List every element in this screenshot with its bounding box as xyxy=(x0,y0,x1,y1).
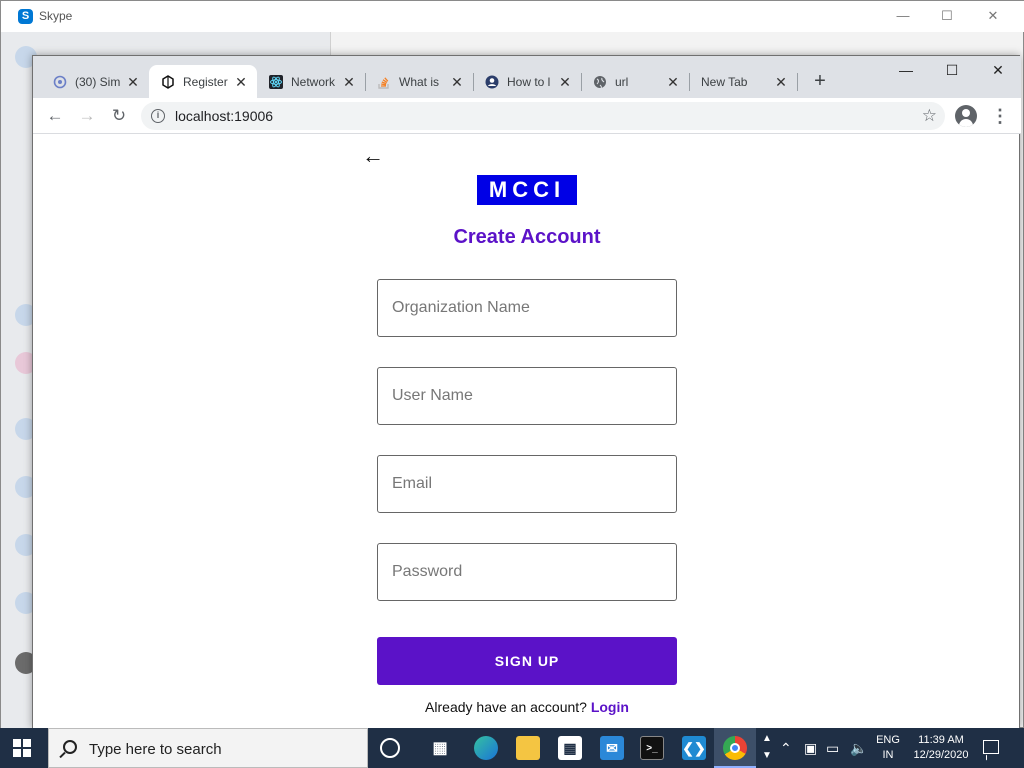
mail-icon[interactable]: ✉ xyxy=(600,736,624,760)
volume-muted-icon[interactable]: 🔈 xyxy=(850,740,867,757)
tab-strip: (30) Sim ✕ Register ✕ Network ✕ What is … xyxy=(33,56,1021,98)
clock-time: 11:39 AM xyxy=(918,734,964,746)
bookmark-star-icon[interactable]: ☆ xyxy=(922,106,937,126)
chrome-icon[interactable] xyxy=(723,736,747,760)
cortana-icon[interactable] xyxy=(380,738,400,758)
url-text[interactable]: localhost:19006 xyxy=(175,108,273,124)
globe-icon xyxy=(593,75,607,89)
user-circle-icon xyxy=(485,75,499,89)
tab-title: New Tab xyxy=(701,74,748,89)
page-title: Create Account xyxy=(453,226,601,248)
reload-icon[interactable]: ↻ xyxy=(109,106,129,126)
skype-close-button[interactable]: ✕ xyxy=(983,7,1003,25)
tab-5[interactable]: url ✕ xyxy=(581,65,689,98)
windows-start-icon[interactable] xyxy=(13,739,31,757)
tab-close-icon[interactable]: ✕ xyxy=(341,74,357,90)
chrome-menu-icon[interactable]: ⋮ xyxy=(991,106,1009,126)
search-icon xyxy=(63,740,77,754)
language-code: ENG xyxy=(876,734,900,746)
tab-close-icon[interactable]: ✕ xyxy=(449,74,465,90)
react-icon xyxy=(269,74,283,89)
address-bar[interactable]: i localhost:19006 ☆ xyxy=(141,102,945,130)
vscode-icon[interactable]: ❮❯ xyxy=(682,736,706,760)
display-icon[interactable]: ▭ xyxy=(826,740,839,757)
tab-1[interactable]: Register ✕ xyxy=(149,65,257,98)
input-language[interactable]: ENG IN xyxy=(874,733,902,763)
tab-title: Network xyxy=(291,74,336,89)
browser-toolbar: ← → ↻ i localhost:19006 ☆ ⋮ xyxy=(33,98,1021,134)
already-have-account-text: Already have an account? xyxy=(425,699,587,715)
mcci-logo: MCCI xyxy=(477,175,577,205)
chrome-window: (30) Sim ✕ Register ✕ Network ✕ What is … xyxy=(32,55,1021,729)
email-field[interactable] xyxy=(377,455,677,513)
forward-nav-icon[interactable]: → xyxy=(77,106,97,126)
microsoft-store-icon[interactable]: ▦ xyxy=(558,736,582,760)
skype-minimize-button[interactable]: — xyxy=(893,7,913,25)
file-explorer-icon[interactable] xyxy=(516,736,540,760)
chrome-close-button[interactable]: ✕ xyxy=(983,60,1013,80)
tab-4[interactable]: How to l ✕ xyxy=(473,65,581,98)
taskbar-scroll-arrows-icon[interactable]: ▲ ▼ xyxy=(762,730,772,764)
show-hidden-icons-icon[interactable]: ⌃ xyxy=(780,740,792,757)
edge-browser-icon[interactable] xyxy=(474,736,498,760)
skype-titlebar: S Skype — ☐ ✕ xyxy=(1,1,1024,32)
login-link[interactable]: Login xyxy=(591,699,629,715)
skype-maximize-button[interactable]: ☐ xyxy=(937,7,957,25)
notification-center-icon[interactable] xyxy=(983,740,999,754)
username-field[interactable] xyxy=(377,367,677,425)
tab-title: What is xyxy=(399,74,440,89)
tab-2[interactable]: Network ✕ xyxy=(257,65,365,98)
taskbar-search-box[interactable]: Type here to search xyxy=(48,728,368,768)
new-tab-button[interactable]: + xyxy=(809,70,831,92)
skype-logo-icon: S xyxy=(18,9,33,24)
terminal-icon[interactable]: >_ xyxy=(640,736,664,760)
taskbar-search-placeholder[interactable]: Type here to search xyxy=(89,741,222,758)
tab-6[interactable]: New Tab ✕ xyxy=(689,65,797,98)
tab-title: How to l xyxy=(507,74,551,89)
password-field[interactable] xyxy=(377,543,677,601)
tab-close-icon[interactable]: ✕ xyxy=(233,74,249,90)
expo-icon xyxy=(161,74,175,89)
tab-title: url xyxy=(615,74,629,89)
stackoverflow-icon xyxy=(377,75,391,89)
page-content: ← MCCI Create Account SIGN UP Already ha… xyxy=(33,135,1019,729)
tab-title: (30) Sim xyxy=(75,74,121,89)
clock-date: 12/29/2020 xyxy=(913,749,969,761)
tab-close-icon[interactable]: ✕ xyxy=(557,74,573,90)
back-arrow-icon[interactable]: ← xyxy=(362,145,384,167)
sign-up-button[interactable]: SIGN UP xyxy=(377,637,677,685)
profile-avatar-icon[interactable] xyxy=(955,105,977,127)
tab-separator xyxy=(797,73,798,91)
site-info-icon[interactable]: i xyxy=(151,109,165,123)
tab-title: Register xyxy=(183,74,228,89)
system-clock[interactable]: 11:39 AM 12/29/2020 xyxy=(908,733,974,763)
chrome-taskbar-active[interactable] xyxy=(714,728,756,768)
tab-close-icon[interactable]: ✕ xyxy=(125,74,141,90)
tab-0[interactable]: (30) Sim ✕ xyxy=(41,65,149,98)
tab-close-icon[interactable]: ✕ xyxy=(665,74,681,90)
chrome-minimize-button[interactable]: — xyxy=(891,60,921,80)
back-nav-icon[interactable]: ← xyxy=(45,106,65,126)
windows-taskbar: Type here to search ▦ ▦ ✉ >_ ❮❯ ▲ ▼ ⌃ ▣ ▭… xyxy=(0,728,1024,768)
skype-window-title: Skype xyxy=(39,9,73,23)
organization-name-field[interactable] xyxy=(377,279,677,337)
region-code: IN xyxy=(882,749,894,761)
login-prompt: Already have an account? Login xyxy=(377,699,677,715)
tab-3[interactable]: What is ✕ xyxy=(365,65,473,98)
network-status-icon[interactable]: ▣ xyxy=(804,740,817,757)
openai-icon xyxy=(53,75,67,89)
chrome-maximize-button[interactable]: ☐ xyxy=(937,60,967,80)
tab-close-icon[interactable]: ✕ xyxy=(773,74,789,90)
task-view-icon[interactable]: ▦ xyxy=(428,736,452,760)
